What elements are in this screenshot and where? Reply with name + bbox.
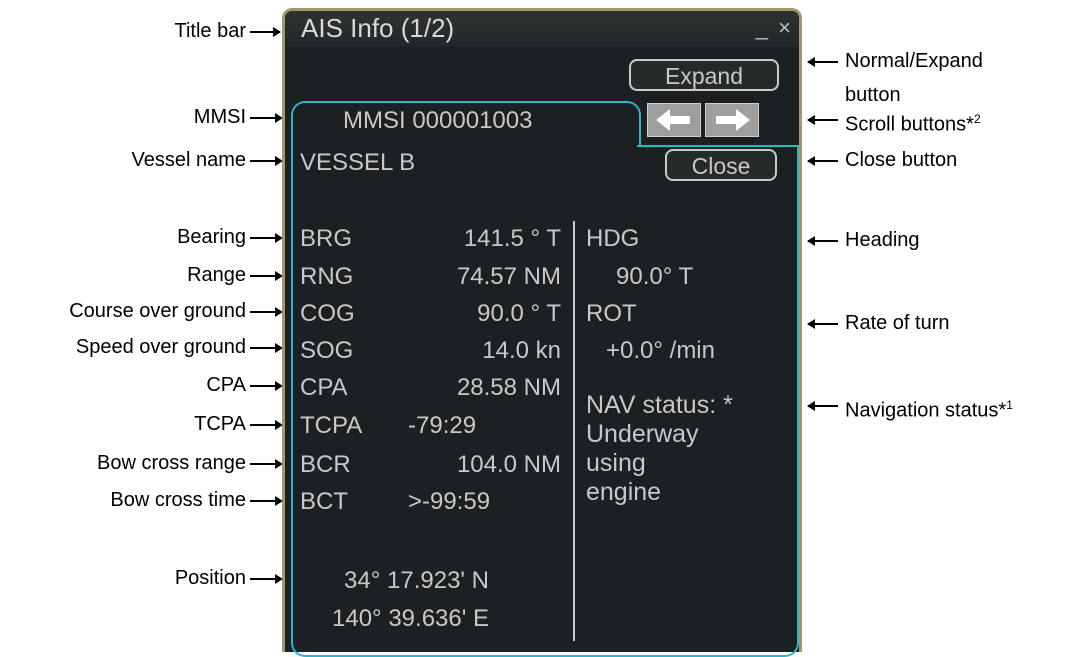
callout-normal-expand: Normal/Expand <box>845 50 983 72</box>
bcr-value: 104.0 NM <box>456 451 561 478</box>
callout-heading: Heading <box>845 229 920 251</box>
arrow-nav-status <box>807 401 838 411</box>
callout-range: Range <box>187 264 246 286</box>
rng-value: 74.57 NM <box>456 263 561 290</box>
arrow-position <box>250 574 283 584</box>
nav-status-label: NAV status: * <box>586 391 733 419</box>
callout-nav-note: 1 <box>1006 398 1013 412</box>
vessel-name: VESSEL B <box>300 149 416 176</box>
arrow-mmsi <box>250 113 283 123</box>
callout-position: Position <box>174 567 246 589</box>
cpa-label: CPA <box>300 374 348 401</box>
arrow-normal-expand <box>807 57 838 67</box>
arrow-title-bar <box>250 27 281 37</box>
tcpa-label: TCPA <box>300 412 363 439</box>
rot-label: ROT <box>586 300 637 327</box>
arrow-cog <box>250 307 283 317</box>
callout-scroll-buttons-text: Scroll buttons* <box>845 113 974 136</box>
window-title: AIS Info (1/2) <box>301 13 455 43</box>
arrow-sog <box>250 343 283 353</box>
arrow-close-button <box>807 156 838 166</box>
scroll-right-button[interactable] <box>705 103 759 137</box>
scroll-left-button[interactable] <box>647 103 701 137</box>
tcpa-value: -79:29 <box>408 412 477 439</box>
expand-button[interactable]: Expand <box>629 59 779 91</box>
bct-value: >-99:59 <box>408 488 491 515</box>
arrow-tcpa <box>250 420 283 430</box>
mmsi-label: MMSI 000001003 <box>343 107 533 134</box>
callout-nav-status: Navigation status*1 <box>845 394 1013 422</box>
cog-label: COG <box>300 300 355 327</box>
callout-mmsi: MMSI <box>193 106 246 128</box>
callout-bct: Bow cross time <box>110 489 246 511</box>
callout-scroll-buttons: Scroll buttons*2 <box>845 108 981 136</box>
column-divider <box>573 221 575 641</box>
cog-value: 90.0 ° T <box>477 300 561 327</box>
callout-rate-of-turn: Rate of turn <box>845 312 950 334</box>
nav-status-line4: engine <box>586 478 662 506</box>
rng-label: RNG <box>300 263 354 290</box>
callout-normal-expand-line2: button <box>845 84 901 106</box>
window-controls[interactable]: _ × <box>756 15 793 41</box>
arrow-bcr <box>250 459 283 469</box>
arrow-rate-of-turn <box>807 319 838 329</box>
arrow-range <box>250 271 283 281</box>
hdg-value: 90.0° T <box>616 263 694 290</box>
callout-title-bar: Title bar <box>174 20 246 42</box>
arrow-heading <box>807 236 838 246</box>
callout-bearing: Bearing <box>177 226 246 248</box>
arrow-right-icon <box>716 109 750 131</box>
callout-tcpa: TCPA <box>194 413 246 435</box>
arrow-bearing <box>250 233 283 243</box>
sog-label: SOG <box>300 337 354 364</box>
title-bar[interactable]: AIS Info (1/2) _ × <box>285 11 799 47</box>
arrow-vessel-name <box>250 156 283 166</box>
callout-scroll-note: 2 <box>973 112 981 126</box>
callout-vessel-name: Vessel name <box>131 149 246 171</box>
position-latitude: 34° 17.923' N <box>344 567 489 594</box>
brg-label: BRG <box>300 225 353 252</box>
bcr-label: BCR <box>300 451 351 478</box>
sog-value: 14.0 kn <box>482 337 561 364</box>
arrow-cpa <box>250 381 283 391</box>
panel-top-border <box>637 145 799 147</box>
brg-value: 141.5 ° T <box>463 225 561 252</box>
callout-sog: Speed over ground <box>75 336 246 358</box>
callout-cog: Course over ground <box>69 300 246 322</box>
callout-close-button: Close button <box>845 149 958 171</box>
callout-cpa: CPA <box>206 374 246 396</box>
callout-bcr: Bow cross range <box>97 452 246 474</box>
hdg-label: HDG <box>586 225 640 252</box>
arrow-left-icon <box>656 109 690 131</box>
callout-nav-status-text: Navigation status* <box>845 399 1007 422</box>
ais-info-window: AIS Info (1/2) _ × Expand MMSI 000001003… <box>282 8 802 657</box>
nav-status-line3: using <box>586 449 646 477</box>
nav-status-line2: Underway <box>586 420 699 448</box>
rot-value: +0.0° /min <box>606 337 715 364</box>
bct-label: BCT <box>300 488 348 515</box>
position-longitude: 140° 39.636' E <box>332 605 489 632</box>
cpa-value: 28.58 NM <box>456 374 561 401</box>
arrow-bct <box>250 496 283 506</box>
arrow-scroll-buttons <box>807 115 838 125</box>
close-button[interactable]: Close <box>665 149 777 181</box>
